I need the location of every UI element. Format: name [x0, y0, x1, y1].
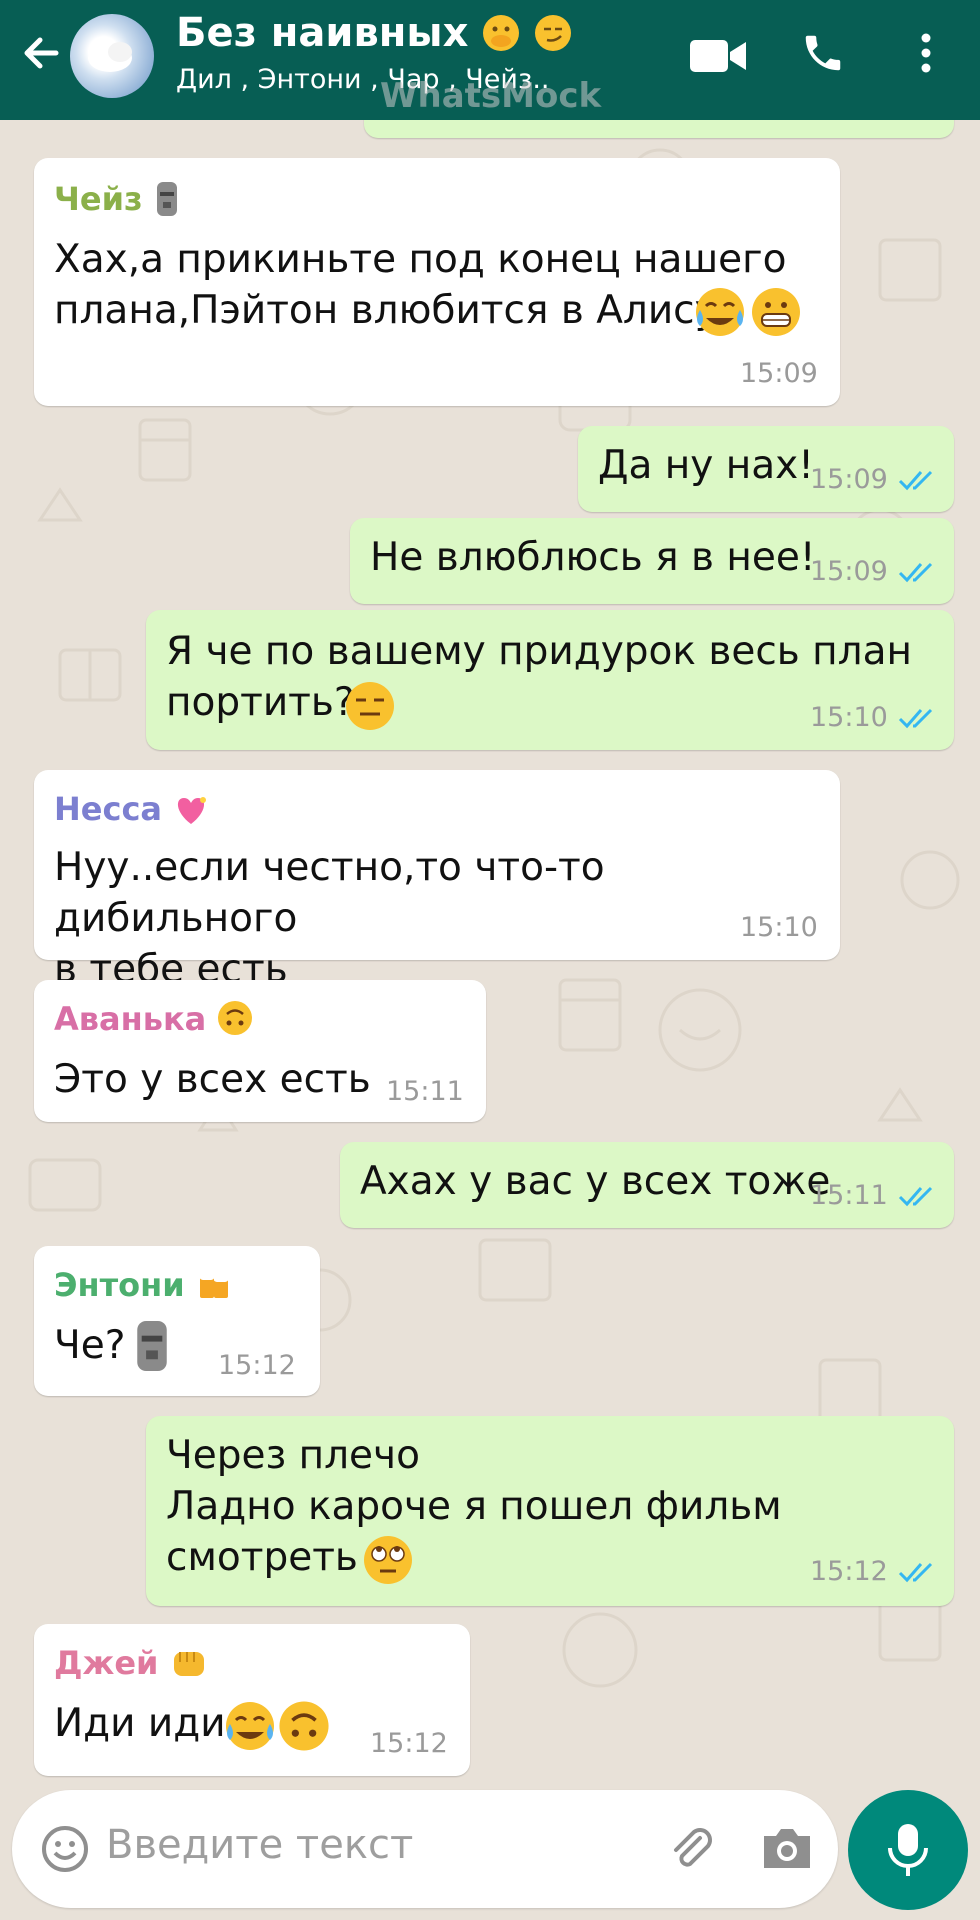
read-ticks-icon	[898, 562, 933, 583]
oncoming-fist-emoji-icon	[173, 1652, 204, 1676]
message-text: Че?	[54, 1323, 126, 1368]
message-time: 15:11	[386, 1076, 464, 1107]
moai-emoji-icon	[137, 1320, 167, 1372]
message-bubble-outgoing[interactable]: Да ну нах! 15:09	[578, 426, 954, 512]
message-bubble-outgoing[interactable]: Я че по вашему придурок весь план портит…	[146, 610, 954, 750]
read-ticks-icon	[898, 1562, 933, 1583]
video-call-icon[interactable]	[690, 38, 748, 74]
message-sender: Чейз	[54, 180, 180, 218]
chat-title[interactable]: Без наивных	[176, 10, 572, 56]
message-input[interactable]: Введите текст	[106, 1822, 413, 1868]
camera-icon[interactable]	[760, 1826, 814, 1872]
message-input-bar[interactable]: Введите текст	[12, 1790, 838, 1908]
smirk-emoji-icon	[535, 15, 572, 51]
message-bubble-incoming[interactable]: Чейз Хах,а прикиньте под конец нашего пл…	[34, 158, 840, 406]
message-time: 15:11	[810, 1180, 888, 1211]
read-ticks-icon	[898, 708, 933, 729]
moai-emoji-icon	[156, 182, 177, 216]
more-vert-icon[interactable]	[916, 30, 936, 76]
message-text: Иди иди	[54, 1701, 226, 1746]
sparkling-heart-emoji-icon	[178, 797, 207, 824]
emoji-icon[interactable]	[40, 1824, 90, 1874]
tears-of-joy-emoji-icon	[226, 1702, 274, 1750]
message-time: 15:09	[810, 464, 888, 495]
read-ticks-icon	[898, 470, 933, 491]
message-text: Я че по вашему придурок весь план портит…	[166, 629, 912, 725]
message-bubble-incoming[interactable]: Джей Иди иди 15:12	[34, 1624, 470, 1776]
read-ticks-icon	[898, 1186, 933, 1207]
expressionless-emoji-icon	[346, 682, 394, 730]
message-text: Да ну нах!	[598, 443, 814, 488]
watermark: WhatsMock	[380, 76, 602, 116]
message-time: 15:12	[218, 1350, 296, 1381]
beer-mugs-emoji-icon	[199, 1274, 228, 1298]
message-time: 15:12	[810, 1556, 888, 1587]
message-text: Через плечо Ладно кароче я пошел фильм с…	[166, 1433, 782, 1580]
chat-title-text: Без наивных	[176, 10, 469, 56]
upside-down-face-emoji-icon	[218, 1001, 253, 1035]
message-text: Хах,а прикиньте под конец нашего плана,П…	[54, 237, 787, 333]
message-text: Это у всех есть	[54, 1057, 371, 1102]
message-bubble-outgoing[interactable]: Ахах у вас у всех тоже 15:11	[340, 1142, 954, 1228]
message-time: 15:10	[810, 702, 888, 733]
upside-down-face-emoji-icon	[279, 1701, 329, 1751]
message-bubble-incoming[interactable]: Энтони Че? 15:12	[34, 1246, 320, 1396]
message-sender: Джей	[54, 1644, 208, 1682]
message-sender: Аванька	[54, 1000, 253, 1038]
rolling-eyes-emoji-icon	[364, 1536, 412, 1584]
phone-icon[interactable]	[800, 30, 846, 76]
mic-button[interactable]	[848, 1790, 968, 1910]
message-time: 15:12	[370, 1728, 448, 1759]
message-text: Ахах у вас у всех тоже	[360, 1159, 831, 1204]
mic-icon	[888, 1824, 928, 1876]
message-text: Нуу..если честно,то что-то дибильного в …	[54, 845, 605, 992]
message-bubble-outgoing[interactable]: Не влюблюсь я в нее! 15:09	[350, 518, 954, 604]
message-sender: Несса	[54, 790, 209, 828]
message-bubble-incoming[interactable]: Несса Нуу..если честно,то что-то дибильн…	[34, 770, 840, 992]
tears-of-joy-emoji-icon	[696, 288, 744, 336]
message-bubble-incoming[interactable]: Аванька Это у всех есть 15:11	[34, 980, 486, 1122]
attach-icon[interactable]	[662, 1820, 718, 1876]
message-text: Не влюблюсь я в нее!	[370, 535, 816, 580]
hand-over-mouth-emoji-icon	[483, 15, 520, 51]
message-time: 15:10	[740, 912, 818, 943]
message-time: 15:09	[740, 358, 818, 389]
message-bubble-outgoing[interactable]: Через плечо Ладно кароче я пошел фильм с…	[146, 1416, 954, 1606]
message-sender: Энтони	[54, 1266, 232, 1304]
back-arrow-icon[interactable]	[16, 28, 66, 78]
message-time: 15:09	[810, 556, 888, 587]
grimacing-emoji-icon	[752, 288, 800, 336]
group-avatar[interactable]	[70, 14, 154, 98]
